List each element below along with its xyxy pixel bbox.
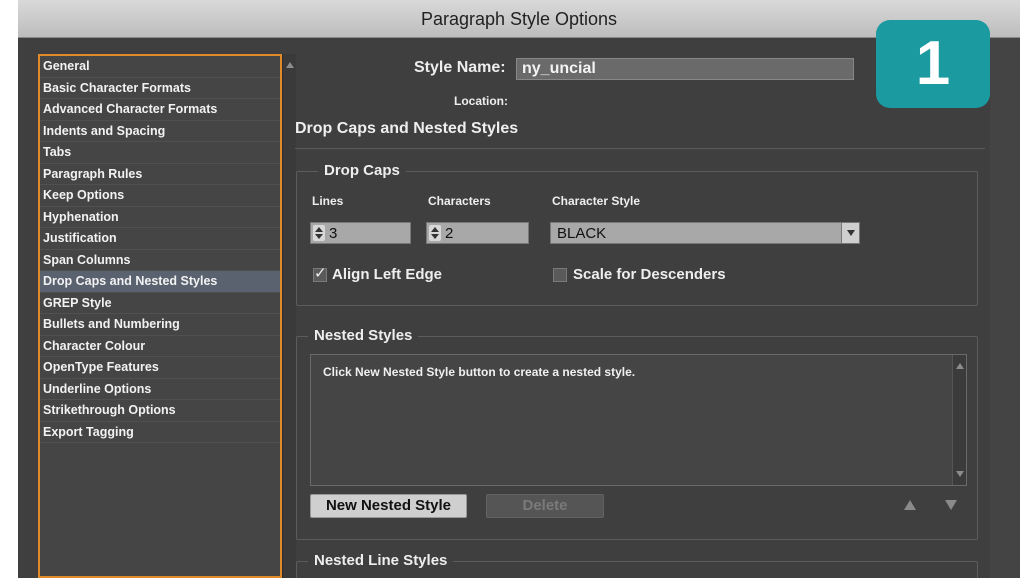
nested-styles-title: Nested Styles [308,327,419,344]
section-divider [295,148,985,149]
sidebar-item-strikethrough-options[interactable]: Strikethrough Options [40,400,280,422]
window-title: Paragraph Style Options [18,0,1020,38]
sidebar-item-character-colour[interactable]: Character Colour [40,336,280,357]
nested-styles-scrollbar[interactable] [952,355,966,485]
check-icon: ✓ [314,265,327,282]
step-number-badge: 1 [876,20,990,108]
align-left-edge-checkbox[interactable]: ✓ [313,265,327,282]
lines-label: Lines [312,194,344,208]
spinner-icon[interactable] [429,225,441,241]
sidebar-item-keep-options[interactable]: Keep Options [40,185,280,207]
sidebar-item-opentype-features[interactable]: OpenType Features [40,357,280,379]
scale-for-descenders-checkbox[interactable] [553,268,567,282]
new-nested-style-button[interactable]: New Nested Style [310,494,467,518]
scroll-up-icon[interactable] [286,62,294,68]
sidebar-item-underline-options[interactable]: Underline Options [40,379,280,400]
lines-stepper[interactable]: 3 [310,222,411,244]
style-name-label: Style Name: [414,59,506,76]
character-style-value[interactable]: BLACK [557,224,606,243]
scale-for-descenders-label[interactable]: Scale for Descenders [573,266,726,283]
nested-line-styles-title: Nested Line Styles [308,552,454,569]
sidebar-item-justification[interactable]: Justification [40,228,280,250]
lines-value[interactable]: 3 [329,224,337,243]
section-title: Drop Caps and Nested Styles [295,120,519,137]
characters-label: Characters [428,194,491,208]
delete-button[interactable]: Delete [486,494,604,518]
sidebar-item-span-columns[interactable]: Span Columns [40,250,280,271]
sidebar-item-grep-style[interactable]: GREP Style [40,293,280,314]
characters-stepper[interactable]: 2 [426,222,529,244]
sidebar-item-general[interactable]: General [40,56,280,78]
spinner-icon[interactable] [313,225,325,241]
sidebar-item-bullets-and-numbering[interactable]: Bullets and Numbering [40,314,280,336]
scroll-up-icon[interactable] [956,363,964,369]
characters-value[interactable]: 2 [445,224,453,243]
sidebar-item-paragraph-rules[interactable]: Paragraph Rules [40,164,280,185]
sidebar-item-drop-caps-and-nested-styles[interactable]: Drop Caps and Nested Styles [40,271,280,293]
location-label: Location: [454,94,508,108]
nested-styles-empty-message: Click New Nested Style button to create … [323,365,636,379]
sidebar-item-hyphenation[interactable]: Hyphenation [40,207,280,228]
character-style-label: Character Style [552,194,641,208]
sidebar-item-advanced-character-formats[interactable]: Advanced Character Formats [40,99,280,121]
drop-caps-title: Drop Caps [318,162,406,179]
chevron-down-icon[interactable] [841,223,859,243]
sidebar-item-tabs[interactable]: Tabs [40,142,280,164]
background-panel [990,38,1020,578]
sidebar-item-basic-character-formats[interactable]: Basic Character Formats [40,78,280,99]
category-list-scrollbar[interactable] [282,54,296,578]
nested-styles-list[interactable]: Click New Nested Style button to create … [310,354,967,486]
character-style-select[interactable]: BLACK [550,222,860,244]
sidebar-item-export-tagging[interactable]: Export Tagging [40,422,280,443]
scroll-down-icon[interactable] [956,471,964,477]
align-left-edge-label[interactable]: Align Left Edge [332,266,442,283]
style-name-input[interactable]: ny_uncial [516,58,854,80]
sidebar-item-indents-and-spacing[interactable]: Indents and Spacing [40,121,280,142]
triangle-down-icon[interactable] [945,500,957,510]
triangle-up-icon[interactable] [904,500,916,510]
category-list: General Basic Character Formats Advanced C… [38,54,282,578]
